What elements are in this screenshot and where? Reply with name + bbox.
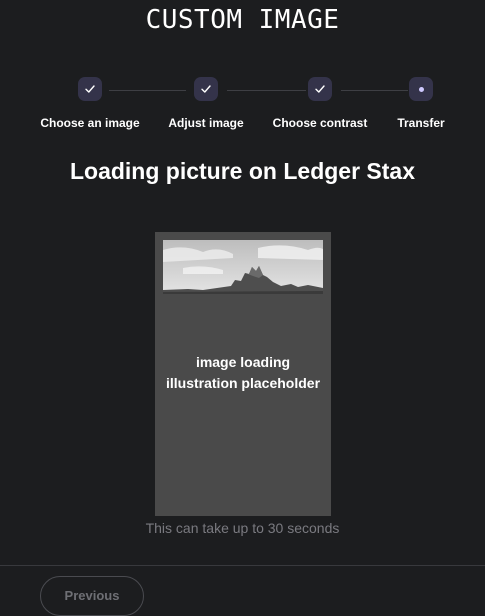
footer-divider — [0, 565, 485, 566]
step-connector — [227, 90, 306, 91]
step-choose-image-badge — [78, 77, 102, 101]
check-icon — [201, 85, 211, 93]
placeholder-line: illustration placeholder — [165, 375, 321, 391]
progress-stepper: Choose an image Adjust image Choose cont… — [0, 77, 485, 137]
check-icon — [85, 85, 95, 93]
previous-button[interactable]: Previous — [40, 576, 144, 616]
step-connector — [341, 90, 408, 91]
step-label-choose-contrast: Choose contrast — [272, 116, 368, 130]
placeholder-line: image loading — [195, 354, 291, 370]
dot-icon — [418, 86, 424, 92]
step-choose-contrast-badge — [308, 77, 332, 101]
loading-headline: Loading picture on Ledger Stax — [69, 158, 416, 184]
step-label-choose-image: Choose an image — [40, 116, 140, 130]
image-loading-placeholder: image loading illustration placeholder — [155, 352, 331, 394]
device-preview: image loading illustration placeholder — [155, 232, 331, 516]
mountain-preview-image — [163, 240, 323, 294]
step-adjust-image-badge — [194, 77, 218, 101]
step-connector — [109, 90, 186, 91]
step-label-adjust-image: Adjust image — [168, 116, 244, 130]
page-title: CUSTOM IMAGE — [145, 5, 340, 35]
step-label-transfer: Transfer — [397, 116, 445, 130]
check-icon — [315, 85, 325, 93]
loading-hint: This can take up to 30 seconds — [145, 520, 340, 536]
step-transfer-badge — [409, 77, 433, 101]
